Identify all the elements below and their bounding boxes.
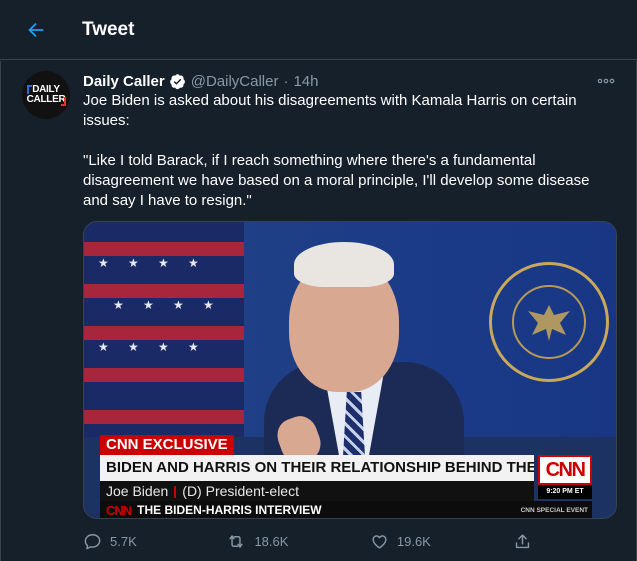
logo-bracket-left <box>27 85 32 94</box>
avatar-logo-line2: CALLER <box>26 94 66 105</box>
ticker-bar: CNN THE BIDEN-HARRIS INTERVIEW CNN SPECI… <box>100 501 592 518</box>
reply-button[interactable]: 5.7K <box>83 529 226 553</box>
ticker-text: THE BIDEN-HARRIS INTERVIEW <box>137 503 322 517</box>
tweet-text-quote: "Like I told Barack, if I reach somethin… <box>83 152 590 209</box>
arrow-left-icon <box>28 22 44 38</box>
verified-badge-icon <box>169 73 186 90</box>
back-button[interactable] <box>22 16 50 44</box>
tweet-header: Daily Caller @DailyCaller · 14h <box>83 70 319 92</box>
retweet-button[interactable]: 18.6K <box>226 529 369 553</box>
like-count: 19.6K <box>396 533 431 549</box>
separator-dot: · <box>283 72 289 90</box>
flag: ★ ★ ★ ★ ★ ★ ★ ★ ★ ★ ★ ★ <box>84 222 244 437</box>
logo-bracket-right <box>61 97 66 106</box>
retweet-icon <box>229 534 244 548</box>
cnn-logo: CNN <box>538 455 592 485</box>
reply-icon <box>84 533 101 549</box>
more-horizontal-icon <box>597 78 615 84</box>
header: Tweet <box>0 0 637 60</box>
cnn-logo-text: CNN <box>545 458 586 481</box>
tweet-text-paragraph: Joe Biden is asked about his disagreemen… <box>83 92 577 129</box>
chyron-headline: BIDEN AND HARRIS ON THEIR RELATIONSHIP B… <box>100 455 534 481</box>
chyron-title: (D) President-elect <box>182 483 299 499</box>
chyron-name: Joe Biden <box>106 483 169 499</box>
avatar[interactable]: DAILY CALLER <box>22 71 70 119</box>
broadcast-time: 9:20 PM ET <box>538 485 592 499</box>
handle[interactable]: @DailyCaller <box>191 73 279 90</box>
presidential-seal <box>489 262 609 382</box>
tweet-actions: 5.7K 18.6K 19.6K <box>83 529 543 553</box>
tweet[interactable]: DAILY CALLER Daily Caller @DailyCaller ·… <box>0 61 637 561</box>
heart-icon <box>372 534 387 549</box>
media-video-thumbnail[interactable]: ★ ★ ★ ★ ★ ★ ★ ★ ★ ★ ★ ★ CNN EXCLUSIVE BI… <box>83 221 617 519</box>
share-icon <box>516 533 530 548</box>
page-title: Tweet <box>82 19 135 40</box>
share-button[interactable] <box>513 529 543 553</box>
timestamp[interactable]: 14h <box>293 73 318 90</box>
chyron-name-bar: Joe Biden (D) President-elect <box>100 481 534 501</box>
display-name[interactable]: Daily Caller <box>83 73 165 90</box>
reply-count: 5.7K <box>110 533 137 549</box>
tweet-text: Joe Biden is asked about his disagreemen… <box>83 91 613 211</box>
hair <box>294 242 394 287</box>
more-options-button[interactable] <box>595 70 617 92</box>
chyron-label: CNN EXCLUSIVE <box>100 435 234 455</box>
ticker-logo: CNN <box>106 502 132 518</box>
ticker-event: CNN SPECIAL EVENT <box>520 506 588 514</box>
like-button[interactable]: 19.6K <box>370 529 513 553</box>
retweet-count: 18.6K <box>254 533 289 549</box>
